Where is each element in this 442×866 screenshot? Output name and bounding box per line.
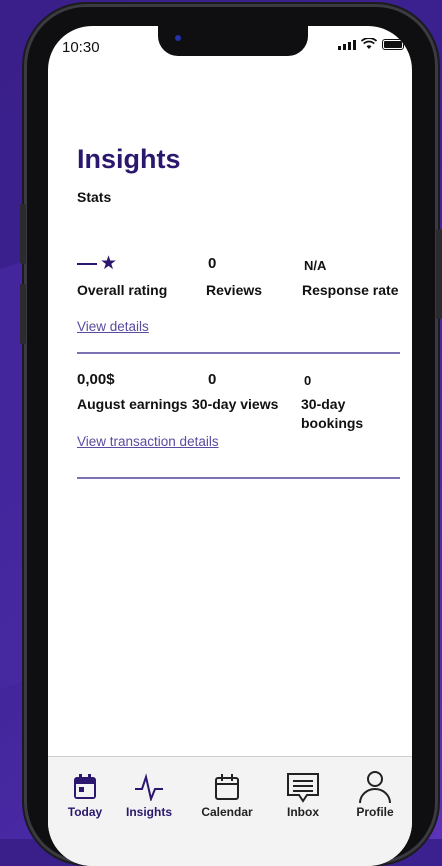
pulse-icon (135, 773, 163, 801)
views-value: 0 (208, 371, 217, 388)
power-button (436, 229, 442, 319)
side-button (20, 284, 26, 344)
reviews-value: 0 (208, 255, 217, 272)
calendar-today-icon (74, 774, 96, 799)
rating-dash (77, 262, 97, 265)
star-icon: ★ (100, 253, 118, 274)
tab-label: Profile (356, 805, 394, 819)
tab-label: Calendar (201, 805, 253, 819)
tab-label: Today (67, 805, 103, 819)
views-label: 30-day views (192, 396, 279, 412)
reviews-label: Reviews (206, 282, 263, 298)
notch (158, 26, 308, 56)
bookings-label-line1: 30-day (301, 396, 346, 412)
status-icons (338, 38, 404, 50)
status-time: 10:30 (62, 39, 100, 56)
tab-profile[interactable]: Profile (345, 771, 405, 819)
inbox-message-icon (287, 773, 319, 803)
response-rate-label: Response rate (302, 282, 399, 298)
overall-rating-label: Overall rating (77, 282, 168, 298)
tab-calendar[interactable]: Calendar (197, 771, 257, 819)
section-subtitle: Stats (77, 189, 112, 205)
tab-label: Insights (125, 805, 172, 819)
calendar-icon (215, 774, 239, 800)
side-button (20, 204, 26, 264)
divider (77, 477, 400, 479)
user-icon (359, 771, 391, 804)
page-title: Insights (77, 144, 181, 174)
overall-rating-value: ★ (77, 252, 117, 275)
bottom-tab-bar: Today Insights Calendar Inbox Profile (48, 756, 412, 866)
tab-inbox[interactable]: Inbox (273, 771, 333, 819)
tab-insights[interactable]: Insights (119, 771, 179, 819)
camera-icon (175, 35, 181, 41)
bookings-value: 0 (304, 373, 312, 388)
signal-icon (338, 40, 356, 50)
earnings-value: 0,00$ (77, 371, 115, 388)
tab-today[interactable]: Today (55, 771, 115, 819)
earnings-label: August earnings (77, 396, 188, 412)
divider (77, 352, 400, 354)
phone-screen: 10:30 Insights Stats ★ 0 N/A Overall rat… (48, 26, 412, 866)
bookings-label-line2: bookings (301, 415, 364, 431)
tab-label: Inbox (287, 805, 319, 819)
wifi-icon (361, 38, 377, 49)
view-details-link[interactable]: View details (77, 319, 149, 334)
battery-icon (382, 39, 404, 50)
response-rate-value: N/A (304, 258, 327, 273)
view-transaction-details-link[interactable]: View transaction details (77, 434, 219, 449)
